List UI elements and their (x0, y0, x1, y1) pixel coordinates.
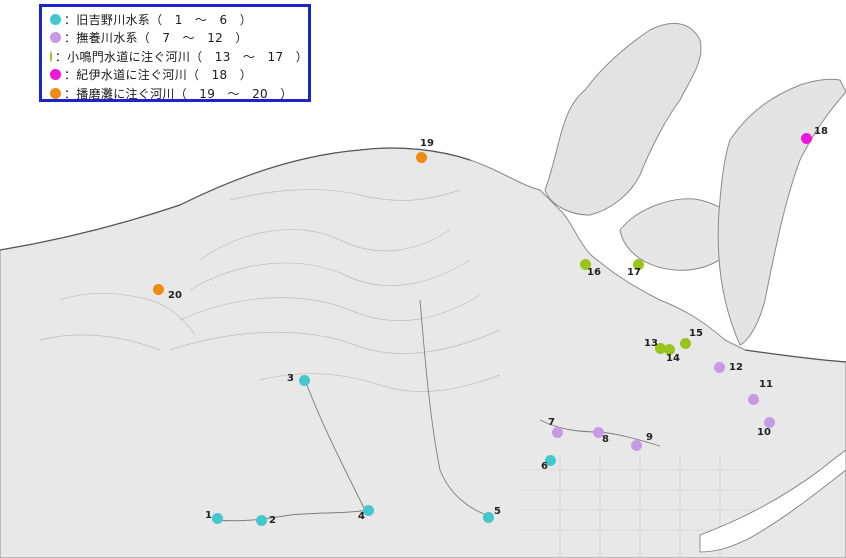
legend-marker-icon (50, 50, 52, 62)
site-marker-7 (551, 426, 563, 438)
site-marker-12 (713, 361, 725, 373)
site-label-6: 6 (541, 461, 548, 472)
map-canvas: ：旧吉野川水系（ 1 ～ 6 ） ：撫養川水系（ 7 ～ 12 ） ：小鳴門水道… (0, 0, 846, 558)
legend-label: ：撫養川水系（ 7 ～ 12 ） (64, 31, 248, 46)
site-marker-10 (763, 416, 775, 428)
site-label-9: 9 (646, 432, 653, 443)
site-marker-1 (211, 512, 223, 524)
legend-label: ：紀伊水道に注ぐ河川（ 18 ） (64, 68, 253, 83)
site-label-8: 8 (602, 434, 609, 445)
site-label-11: 11 (759, 379, 773, 390)
site-label-20: 20 (168, 290, 182, 301)
site-label-3: 3 (287, 373, 294, 384)
site-label-15: 15 (689, 328, 703, 339)
site-marker-2 (255, 514, 267, 526)
site-label-12: 12 (729, 362, 743, 373)
legend-marker-icon (50, 13, 61, 25)
legend-marker-icon (50, 69, 61, 81)
site-label-7: 7 (548, 417, 555, 428)
site-label-10: 10 (757, 427, 771, 438)
legend-item: ：紀伊水道に注ぐ河川（ 18 ） (50, 66, 308, 85)
site-marker-15 (679, 337, 691, 349)
legend: ：旧吉野川水系（ 1 ～ 6 ） ：撫養川水系（ 7 ～ 12 ） ：小鳴門水道… (39, 4, 311, 102)
site-marker-11 (747, 393, 759, 405)
site-label-18: 18 (814, 126, 828, 137)
legend-item: ：旧吉野川水系（ 1 ～ 6 ） (50, 10, 308, 29)
site-label-5: 5 (494, 506, 501, 517)
site-label-1: 1 (205, 510, 212, 521)
legend-item: ：播磨灘に注ぐ河川（ 19 ～ 20 ） (50, 84, 308, 103)
site-marker-18 (800, 132, 812, 144)
site-label-2: 2 (269, 515, 276, 526)
site-marker-19 (415, 151, 427, 163)
site-label-17: 17 (627, 267, 641, 278)
site-label-4: 4 (358, 511, 365, 522)
site-label-16: 16 (587, 267, 601, 278)
legend-label: ：播磨灘に注ぐ河川（ 19 ～ 20 ） (64, 86, 293, 101)
site-label-14: 14 (666, 353, 680, 364)
site-marker-3 (298, 374, 310, 386)
legend-label: ：旧吉野川水系（ 1 ～ 6 ） (64, 12, 253, 27)
site-marker-5 (482, 511, 494, 523)
site-label-13: 13 (644, 338, 658, 349)
legend-label: ：小鳴門水道に注ぐ河川（ 13 ～ 17 ） (54, 49, 308, 64)
site-marker-9 (630, 439, 642, 451)
legend-marker-icon (50, 87, 61, 99)
legend-item: ：小鳴門水道に注ぐ河川（ 13 ～ 17 ） (50, 47, 308, 66)
site-marker-20 (152, 283, 164, 295)
legend-marker-icon (50, 32, 61, 44)
legend-item: ：撫養川水系（ 7 ～ 12 ） (50, 29, 308, 48)
site-label-19: 19 (420, 138, 434, 149)
